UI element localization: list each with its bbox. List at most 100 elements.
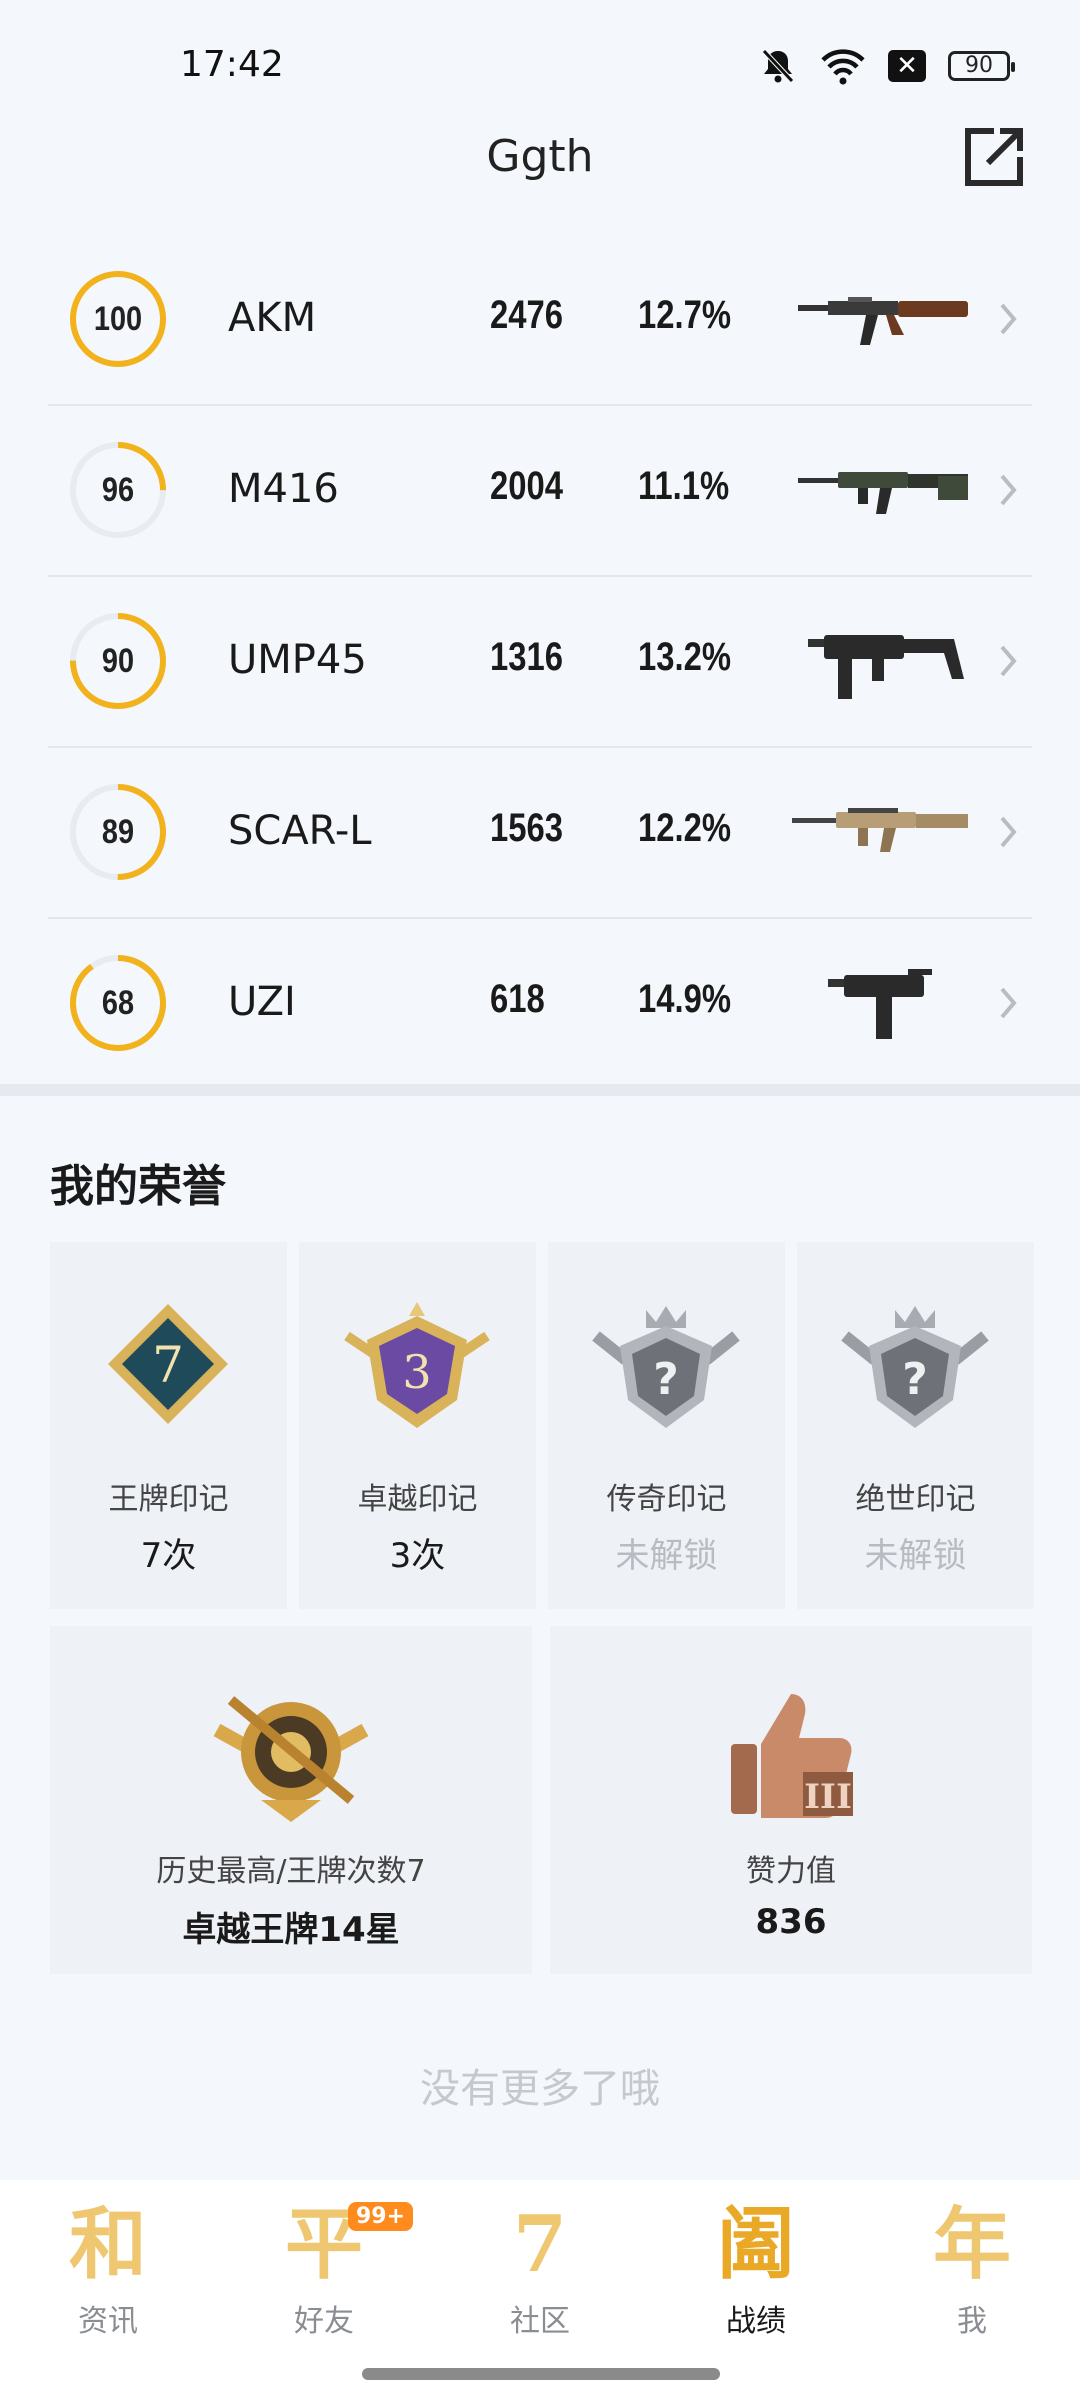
nav-item-me[interactable]: 年 我 [864,2200,1080,2340]
likes-label: 赞力值 [746,1854,836,1889]
weapon-name: UZI [228,979,296,1025]
weapon-kills: 1563 [490,806,563,850]
weapon-name: UMP45 [228,637,367,683]
scar-l-rifle-icon [792,808,968,852]
ace-rank-emblem-icon [213,1696,369,1822]
weapon-name: M416 [228,466,339,512]
peerless-emblem-locked-icon: ? [841,1306,989,1428]
weapon-rate: 12.7% [638,293,732,337]
weapon-rate: 12.2% [638,806,732,850]
svg-text:III: III [804,1777,852,1817]
status-bar: 17:42 ✕ 90 [0,0,1080,130]
chevron-right-icon [1000,816,1017,848]
score-value: 100 [93,300,143,338]
weapon-rate: 13.2% [638,635,732,679]
share-out-icon[interactable] [962,125,1026,189]
badge-name: 王牌印记 [108,1482,229,1517]
nav-label: 好友 [294,2304,354,2339]
unread-badge: 99+ [348,2202,414,2231]
stats-tab-icon: 阖 [716,2199,795,2290]
nav-item-news[interactable]: 和 资讯 [0,2200,216,2340]
weapon-list: 100 AKM 2476 12.7% 96 M416 2004 11.1% 90… [48,235,1032,1090]
weapon-row[interactable]: 90 UMP45 1316 13.2% [48,577,1032,748]
emblem-number: 7 [152,1336,184,1394]
badge-card[interactable]: ? 传奇印记 未解锁 [548,1242,785,1609]
history-card[interactable]: 历史最高/王牌次数7 卓越王牌14星 [50,1626,532,1974]
badge-value: 7次 [140,1536,197,1576]
weapon-rate: 14.9% [638,977,732,1021]
history-label: 历史最高/王牌次数7 [156,1854,426,1889]
community-tab-icon: 7 [512,2199,568,2290]
akm-rifle-icon [798,297,968,345]
emblem-number: ? [653,1354,679,1405]
badge-card[interactable]: 7 王牌印记 7次 [50,1242,287,1609]
nav-label: 我 [957,2304,987,2339]
weapon-kills: 1316 [490,635,563,679]
chevron-right-icon [1000,474,1017,506]
score-ring: 90 [68,611,168,711]
ump45-smg-icon [808,635,964,699]
likes-card[interactable]: III 赞力值 836 [550,1626,1032,1974]
score-ring: 89 [68,782,168,882]
likes-value: 836 [755,1902,827,1942]
page-title: Ggth [486,131,594,182]
weapon-name: AKM [228,295,317,341]
weapon-row[interactable]: 96 M416 2004 11.1% [48,406,1032,577]
sim-x-icon: ✕ [888,50,926,82]
honor-badges: 7 王牌印记 7次 3 卓越印记 3次 ? 传奇印记 未解锁 ? 绝世印记 未解… [50,1242,1034,1609]
chevron-right-icon [1000,645,1017,677]
score-ring: 68 [68,953,168,1053]
uzi-smg-icon [828,969,932,1039]
weapon-kills: 2004 [490,464,563,508]
badge-name: 绝世印记 [855,1482,976,1517]
badge-card[interactable]: ? 绝世印记 未解锁 [797,1242,1034,1609]
mute-bell-icon [762,49,794,83]
score-value: 68 [101,984,135,1022]
chevron-right-icon [1000,987,1017,1019]
weapon-name: SCAR-L [228,808,372,854]
nav-item-community[interactable]: 7 社区 [432,2200,648,2340]
badge-card[interactable]: 3 卓越印记 3次 [299,1242,536,1609]
history-value: 卓越王牌14星 [182,1910,400,1950]
badge-value: 未解锁 [615,1536,718,1576]
emblem-number: ? [902,1354,928,1405]
me-tab-icon: 年 [932,2199,1011,2290]
thumbs-up-icon: III [731,1694,853,1818]
battery-icon: 90 [948,51,1015,81]
nav-label: 战绩 [726,2304,786,2339]
score-ring: 96 [68,440,168,540]
nav-item-stats[interactable]: 阖 战绩 [648,2200,864,2340]
score-ring: 100 [68,269,168,369]
honors-title: 我的荣誉 [50,1161,226,1212]
header: Ggth [0,125,1080,200]
weapon-row[interactable]: 100 AKM 2476 12.7% [48,235,1032,406]
badge-value: 3次 [389,1536,446,1576]
score-value: 89 [101,813,135,851]
emblem-number: 3 [402,1345,431,1399]
ace-emblem-icon: 7 [108,1304,228,1424]
end-of-list-text: 没有更多了哦 [420,2066,660,2112]
excellence-emblem-icon: 3 [344,1302,490,1428]
legend-emblem-locked-icon: ? [592,1306,740,1428]
m416-rifle-icon [798,472,968,514]
status-icons: ✕ 90 [758,46,1015,86]
weapon-row[interactable]: 68 UZI 618 14.9% [48,919,1032,1090]
nav-label: 资讯 [78,2304,138,2339]
section-divider [0,1084,1080,1096]
weapon-row[interactable]: 89 SCAR-L 1563 12.2% [48,748,1032,919]
weapon-rate: 11.1% [638,464,730,508]
badge-name: 卓越印记 [357,1482,478,1517]
score-value: 96 [101,471,135,509]
score-value: 90 [101,642,135,680]
badge-name: 传奇印记 [606,1482,727,1517]
bottom-nav: 和 资讯 平 99+ 好友 7 社区 阖 战绩 年 我 [0,2180,1080,2400]
news-tab-icon: 和 [68,2199,147,2290]
chevron-right-icon [1000,303,1017,335]
nav-item-friends[interactable]: 平 99+ 好友 [216,2200,432,2340]
weapon-kills: 618 [490,977,545,1021]
home-indicator[interactable] [362,2368,720,2380]
status-time: 17:42 [180,44,284,85]
wifi-icon [821,49,865,85]
weapon-kills: 2476 [490,293,563,337]
nav-label: 社区 [510,2304,570,2339]
